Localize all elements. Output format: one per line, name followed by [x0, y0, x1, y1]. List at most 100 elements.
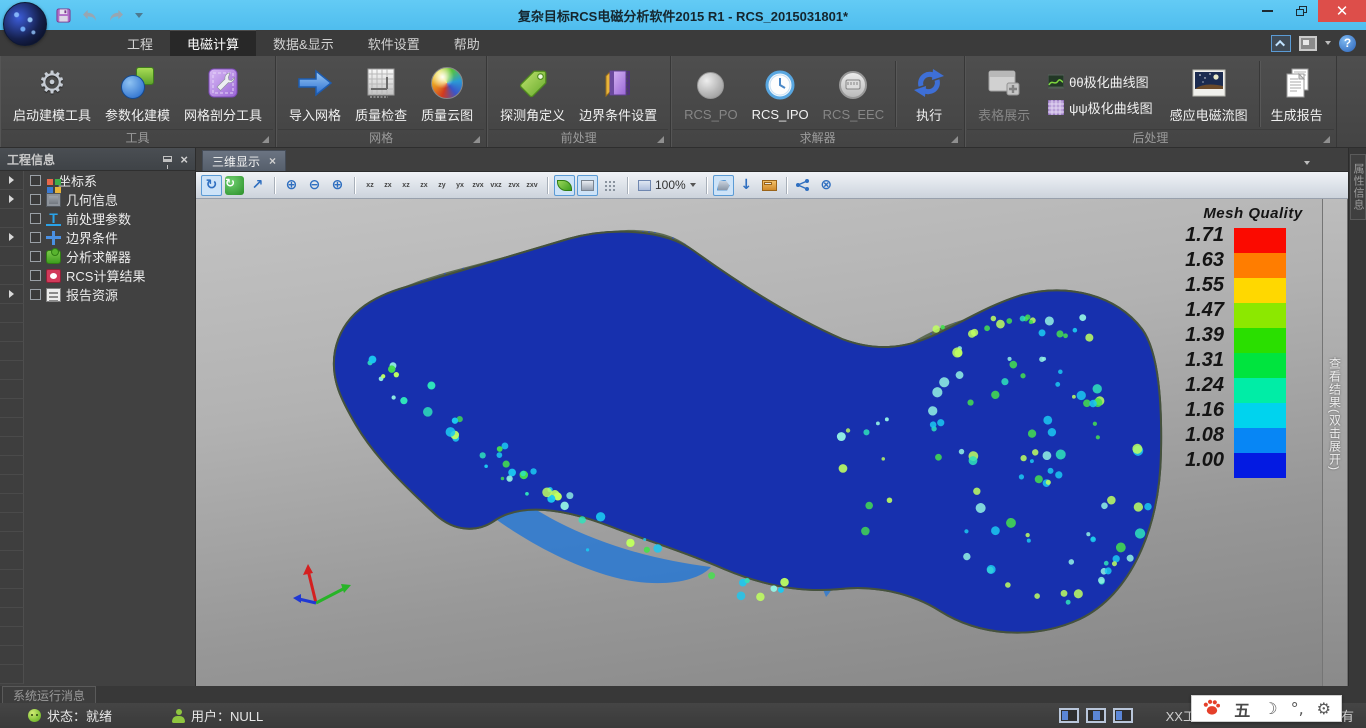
tree-item-几何信息[interactable]: 几何信息: [0, 190, 195, 209]
quick-access-dropdown-icon[interactable]: [135, 13, 143, 18]
view-orientation-icon-3[interactable]: xz: [397, 176, 415, 195]
tree-checkbox[interactable]: [30, 213, 41, 224]
dialog-launcher-icon[interactable]: [951, 136, 958, 143]
redo-icon[interactable]: [108, 9, 125, 22]
ribbon-button-ψψ极化曲线图[interactable]: ψψ极化曲线图: [1043, 97, 1157, 118]
ribbon-button-感应电磁流图[interactable]: 感应电磁流图: [1163, 62, 1255, 126]
pan-zoom-arrow-icon[interactable]: ↗: [247, 175, 268, 196]
tree-checkbox[interactable]: [30, 251, 41, 262]
wireframe-dots-icon[interactable]: [600, 175, 621, 196]
download-arrow-icon[interactable]: ↓: [736, 175, 757, 196]
dialog-launcher-icon[interactable]: [473, 136, 480, 143]
punctuation-label[interactable]: °,: [1291, 699, 1304, 718]
tree-item-坐标系[interactable]: 坐标系: [0, 171, 195, 190]
display-style-icon[interactable]: [1299, 36, 1317, 51]
tree-checkbox[interactable]: [30, 270, 41, 281]
wubi-mode-label[interactable]: 五: [1234, 697, 1250, 721]
pin-icon[interactable]: [163, 156, 172, 162]
ribbon-button-RCS_IPO[interactable]: RCS_IPO: [745, 64, 816, 124]
ribbon-button-参数化建模[interactable]: 参数化建模: [98, 62, 177, 126]
cancel-close-icon[interactable]: ⊗: [816, 175, 837, 196]
app-logo-icon[interactable]: [3, 2, 47, 46]
view-orientation-icon-8[interactable]: vxz: [487, 176, 505, 195]
ribbon-button-网格剖分工具[interactable]: 网格剖分工具: [177, 62, 269, 126]
menu-tab-软件设置[interactable]: 软件设置: [351, 30, 437, 56]
layout-left-icon[interactable]: [1059, 708, 1079, 723]
tree-checkbox[interactable]: [30, 232, 41, 243]
ribbon-button-导入网格[interactable]: 导入网格: [282, 62, 348, 126]
view-orientation-icon-5[interactable]: zy: [433, 176, 451, 195]
properties-collapsed-tab[interactable]: 属性信息: [1350, 154, 1366, 220]
tree-checkbox[interactable]: [30, 194, 41, 205]
ribbon-button-质量云图[interactable]: 质量云图: [414, 62, 480, 126]
tree-item-报告资源[interactable]: 报告资源: [0, 285, 195, 304]
ime-settings-gear-icon[interactable]: ⚙: [1317, 699, 1331, 718]
3d-canvas[interactable]: Mesh Quality 1.711.631.551.471.391.311.2…: [196, 199, 1348, 686]
ribbon-button-质量检查[interactable]: 质量检查: [348, 62, 414, 126]
ribbon-button-表格展示[interactable]: 表格展示: [971, 62, 1037, 126]
restore-button[interactable]: [1284, 0, 1318, 22]
ribbon-button-执行[interactable]: 执行: [900, 62, 958, 126]
view-orientation-icon-10[interactable]: zxv: [523, 176, 541, 195]
tree-checkbox[interactable]: [30, 289, 41, 300]
viewport-tab-3d[interactable]: 三维显示 ×: [202, 150, 286, 171]
view-orientation-icon-2[interactable]: zx: [379, 176, 397, 195]
zoom-level-select[interactable]: 100%: [634, 178, 700, 192]
tree-item-分析求解器[interactable]: 分析求解器: [0, 247, 195, 266]
tree-gutter-cell: [0, 513, 24, 532]
menu-tab-数据&显示[interactable]: 数据&显示: [256, 30, 351, 56]
layout-right-icon[interactable]: [1113, 708, 1133, 723]
expand-arrow-icon[interactable]: [9, 290, 14, 298]
dialog-launcher-icon[interactable]: [657, 136, 664, 143]
style-dropdown-icon[interactable]: [1325, 41, 1331, 45]
polygon-select-icon[interactable]: [713, 175, 734, 196]
zoom-in-icon[interactable]: ⊕: [281, 175, 302, 196]
close-button[interactable]: ✕: [1318, 0, 1366, 22]
view-orientation-icon-7[interactable]: zvx: [469, 176, 487, 195]
tree-item-边界条件[interactable]: 边界条件: [0, 228, 195, 247]
dialog-launcher-icon[interactable]: [262, 136, 269, 143]
ribbon-button-探测角定义[interactable]: 探测角定义: [493, 62, 572, 126]
view-orientation-icon-1[interactable]: xz: [361, 176, 379, 195]
ribbon-button-RCS_PO[interactable]: RCS_PO: [677, 64, 744, 124]
tree-checkbox[interactable]: [30, 175, 41, 186]
view-orientation-icon-6[interactable]: yx: [451, 176, 469, 195]
help-icon[interactable]: ?: [1339, 35, 1356, 52]
spin-refresh-icon[interactable]: ↻: [224, 175, 245, 196]
expand-arrow-icon[interactable]: [9, 233, 14, 241]
share-link-icon[interactable]: [793, 175, 814, 196]
view-orientation-icon-9[interactable]: zvx: [505, 176, 523, 195]
expand-arrow-icon[interactable]: [9, 195, 14, 203]
baidu-paw-icon[interactable]: [1202, 699, 1221, 719]
ribbon-button-启动建模工具[interactable]: ⚙启动建模工具: [6, 62, 98, 126]
menu-tab-帮助[interactable]: 帮助: [437, 30, 497, 56]
expand-arrow-icon[interactable]: [9, 176, 14, 184]
zoom-fit-icon[interactable]: ⊕: [327, 175, 348, 196]
tree-item-RCS计算结果[interactable]: RCS计算结果: [0, 266, 195, 285]
tree-item-前处理参数[interactable]: 前处理参数: [0, 209, 195, 228]
menu-tab-电磁计算[interactable]: 电磁计算: [170, 30, 256, 56]
view-orientation-icon-4[interactable]: zx: [415, 176, 433, 195]
save-icon[interactable]: [56, 8, 71, 23]
shaded-leaf-icon[interactable]: [554, 175, 575, 196]
ribbon-button-RCS_EEC[interactable]: RCS_EEC: [816, 64, 891, 124]
ribbon-button-生成报告[interactable]: 生成报告: [1264, 62, 1330, 126]
minimize-button[interactable]: [1250, 0, 1284, 22]
tab-list-dropdown-icon[interactable]: [1304, 161, 1310, 165]
dialog-launcher-icon[interactable]: [1323, 136, 1330, 143]
results-collapsed-tab[interactable]: 查看结果(双击展开): [1322, 199, 1348, 686]
undo-icon[interactable]: [81, 9, 98, 22]
menu-tab-工程[interactable]: 工程: [110, 30, 170, 56]
flat-shade-icon[interactable]: [577, 175, 598, 196]
system-messages-tab[interactable]: 系统运行消息: [2, 686, 96, 703]
layout-center-icon[interactable]: [1086, 708, 1106, 723]
ribbon-button-θθ极化曲线图[interactable]: θθ极化曲线图: [1043, 71, 1157, 92]
collapse-ribbon-icon[interactable]: [1271, 35, 1291, 52]
orbit-rotate-icon[interactable]: ↻: [201, 175, 222, 196]
zoom-out-icon[interactable]: ⊖: [304, 175, 325, 196]
ribbon-button-边界条件设置[interactable]: 边界条件设置: [572, 62, 664, 126]
viewport-tab-close-icon[interactable]: ×: [269, 155, 276, 167]
moon-icon[interactable]: ☽: [1263, 699, 1277, 718]
panel-close-icon[interactable]: ×: [180, 153, 188, 166]
capture-folder-icon[interactable]: [759, 175, 780, 196]
